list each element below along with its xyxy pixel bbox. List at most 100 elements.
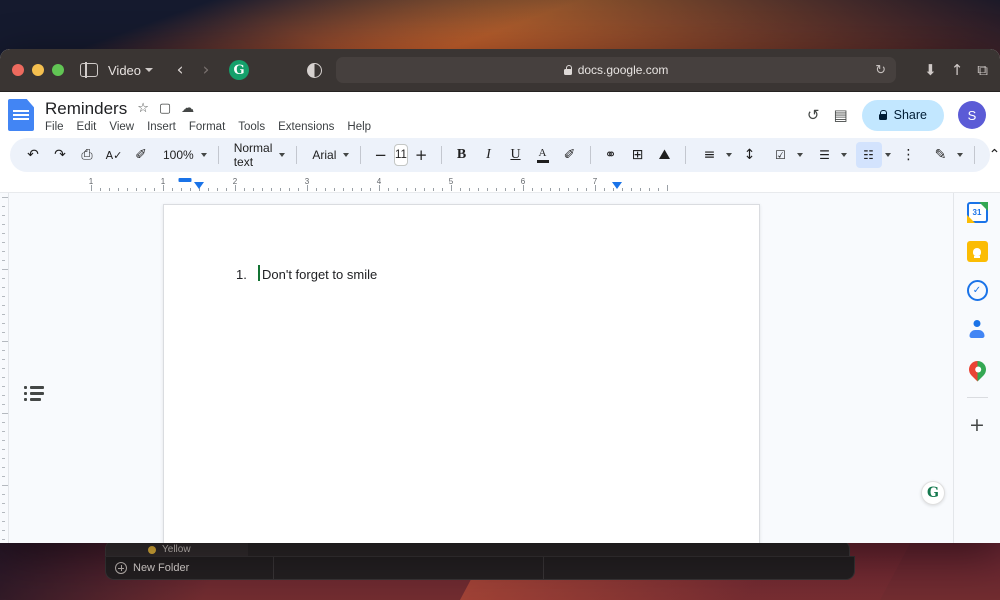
document-outline-toggle[interactable] [24,386,44,401]
increase-font-size-button[interactable]: + [409,146,434,164]
underline-button[interactable]: U [503,142,529,168]
list-item-text[interactable]: Don't forget to smile [262,267,377,282]
share-icon[interactable]: ↑ [951,61,964,79]
maps-icon[interactable] [967,358,988,379]
more-options-button[interactable]: ⋮ [896,142,922,168]
text-color-letter: A [539,148,547,159]
share-button[interactable]: Share [862,100,944,131]
ruler-tick [433,188,434,191]
insert-image-button[interactable]: ⛰ [652,142,678,168]
downloads-icon[interactable]: ⬇ [924,61,937,79]
back-button[interactable]: ‹ [167,62,193,79]
vertical-ruler-tick [2,521,5,522]
comments-icon[interactable]: ▤ [833,106,847,124]
ruler-tick [118,188,119,191]
vertical-ruler-tick [2,530,5,531]
menu-item-tools[interactable]: Tools [238,121,265,133]
ruler-tick [316,188,317,191]
menu-item-view[interactable]: View [109,121,134,133]
document-body[interactable]: 1. Don't forget to smile [164,205,759,344]
move-to-folder-icon[interactable]: ▢ [159,102,171,115]
font-family-selector[interactable]: Arial [304,142,353,168]
numbered-list-icon[interactable]: ☷ [856,142,882,168]
add-addon-button[interactable]: + [969,416,985,435]
line-spacing-button[interactable]: ↕ [737,142,763,168]
new-folder-menu-item[interactable]: New Folder [106,557,274,579]
list-item[interactable]: 1. Don't forget to smile [236,267,687,282]
star-icon[interactable]: ☆ [137,102,149,115]
ruler-tick [370,188,371,191]
ruler-tick [649,188,650,191]
checklist-selector[interactable]: ☑ [764,142,807,168]
contacts-icon[interactable] [967,319,988,340]
vertical-ruler-tick [2,350,5,351]
document-page[interactable]: 1. Don't forget to smile [163,204,760,543]
keep-icon[interactable] [967,241,988,262]
left-indent-marker[interactable] [194,182,204,189]
grammarly-badge-icon[interactable]: G [921,481,945,505]
highlight-color-button[interactable]: ✐ [557,142,583,168]
cloud-saved-icon[interactable]: ☁ [181,102,194,115]
ruler-label: 5 [449,177,453,186]
insert-link-button[interactable]: ⚭ [598,142,624,168]
first-line-indent-marker[interactable] [178,178,191,182]
menu-item-insert[interactable]: Insert [147,121,176,133]
context-menu-column-3[interactable] [544,557,854,579]
text-color-button[interactable]: A [530,142,556,168]
ruler-tick [631,188,632,191]
decrease-font-size-button[interactable]: − [368,146,393,164]
menu-item-format[interactable]: Format [189,121,225,133]
italic-button[interactable]: I [476,142,502,168]
menu-item-extensions[interactable]: Extensions [278,121,334,133]
print-button[interactable]: ⎙ [74,142,100,168]
spellcheck-button[interactable]: A✓ [101,142,127,168]
menu-item-file[interactable]: File [45,121,64,133]
bold-button[interactable]: B [449,142,475,168]
collapse-toolbar-button[interactable]: ⌃ [982,142,1000,168]
checklist-icon: ☑ [768,142,794,168]
forward-button[interactable]: › [193,62,219,79]
undo-button[interactable]: ↶ [20,142,46,168]
finder-context-menu[interactable]: New Folder [105,556,855,580]
editor-area: 1. Don't forget to smile G › 31 ✓ [0,193,1000,543]
maximize-window-button[interactable] [52,64,64,76]
right-indent-marker[interactable] [612,182,622,189]
redo-button[interactable]: ↷ [47,142,73,168]
ruler-tick [280,188,281,191]
add-comment-button[interactable]: ⊞ [625,142,651,168]
address-bar[interactable]: docs.google.com ↻ [336,57,896,83]
formatting-toolbar: ↶ ↷ ⎙ A✓ ✐ 100% Normal text Arial [10,138,990,172]
minimize-window-button[interactable] [32,64,44,76]
docs-logo-icon[interactable] [8,99,34,131]
font-size-input[interactable]: 11 [394,144,408,166]
reload-icon[interactable]: ↻ [875,63,886,78]
ruler-tick [487,188,488,191]
zoom-selector[interactable]: 100% [155,142,211,168]
horizontal-ruler[interactable]: 11234567 [0,178,1000,193]
numbered-list-selector[interactable]: ☷ [852,142,895,168]
version-history-icon[interactable]: ↺ [807,106,820,124]
sidebar-toggle-icon[interactable] [80,63,98,77]
tab-overview-icon[interactable]: ⧉ [977,61,988,79]
grammarly-extension-icon[interactable]: G [229,60,249,80]
tab-group-label[interactable]: Video [108,63,141,78]
reader-mode-icon[interactable] [307,63,322,78]
menu-item-edit[interactable]: Edit [77,121,97,133]
editing-mode-selector[interactable]: ✎ [924,142,967,168]
close-window-button[interactable] [12,64,24,76]
tasks-icon[interactable]: ✓ [967,280,988,301]
ruler-tick [154,188,155,191]
menu-item-help[interactable]: Help [347,121,371,133]
align-selector[interactable]: ≡ [693,142,736,168]
window-traffic-lights[interactable] [12,64,64,76]
paint-format-button[interactable]: ✐ [128,142,154,168]
calendar-icon[interactable]: 31 [967,202,988,223]
context-menu-column-2[interactable] [274,557,544,579]
paragraph-style-selector[interactable]: Normal text [226,142,290,168]
vertical-ruler-tick [2,305,5,306]
bulleted-list-selector[interactable]: ☰ [808,142,851,168]
document-title[interactable]: Reminders [45,99,127,119]
chevron-down-icon[interactable] [145,68,153,72]
finder-tag-yellow[interactable]: Yellow [148,544,191,555]
avatar[interactable]: S [958,101,986,129]
